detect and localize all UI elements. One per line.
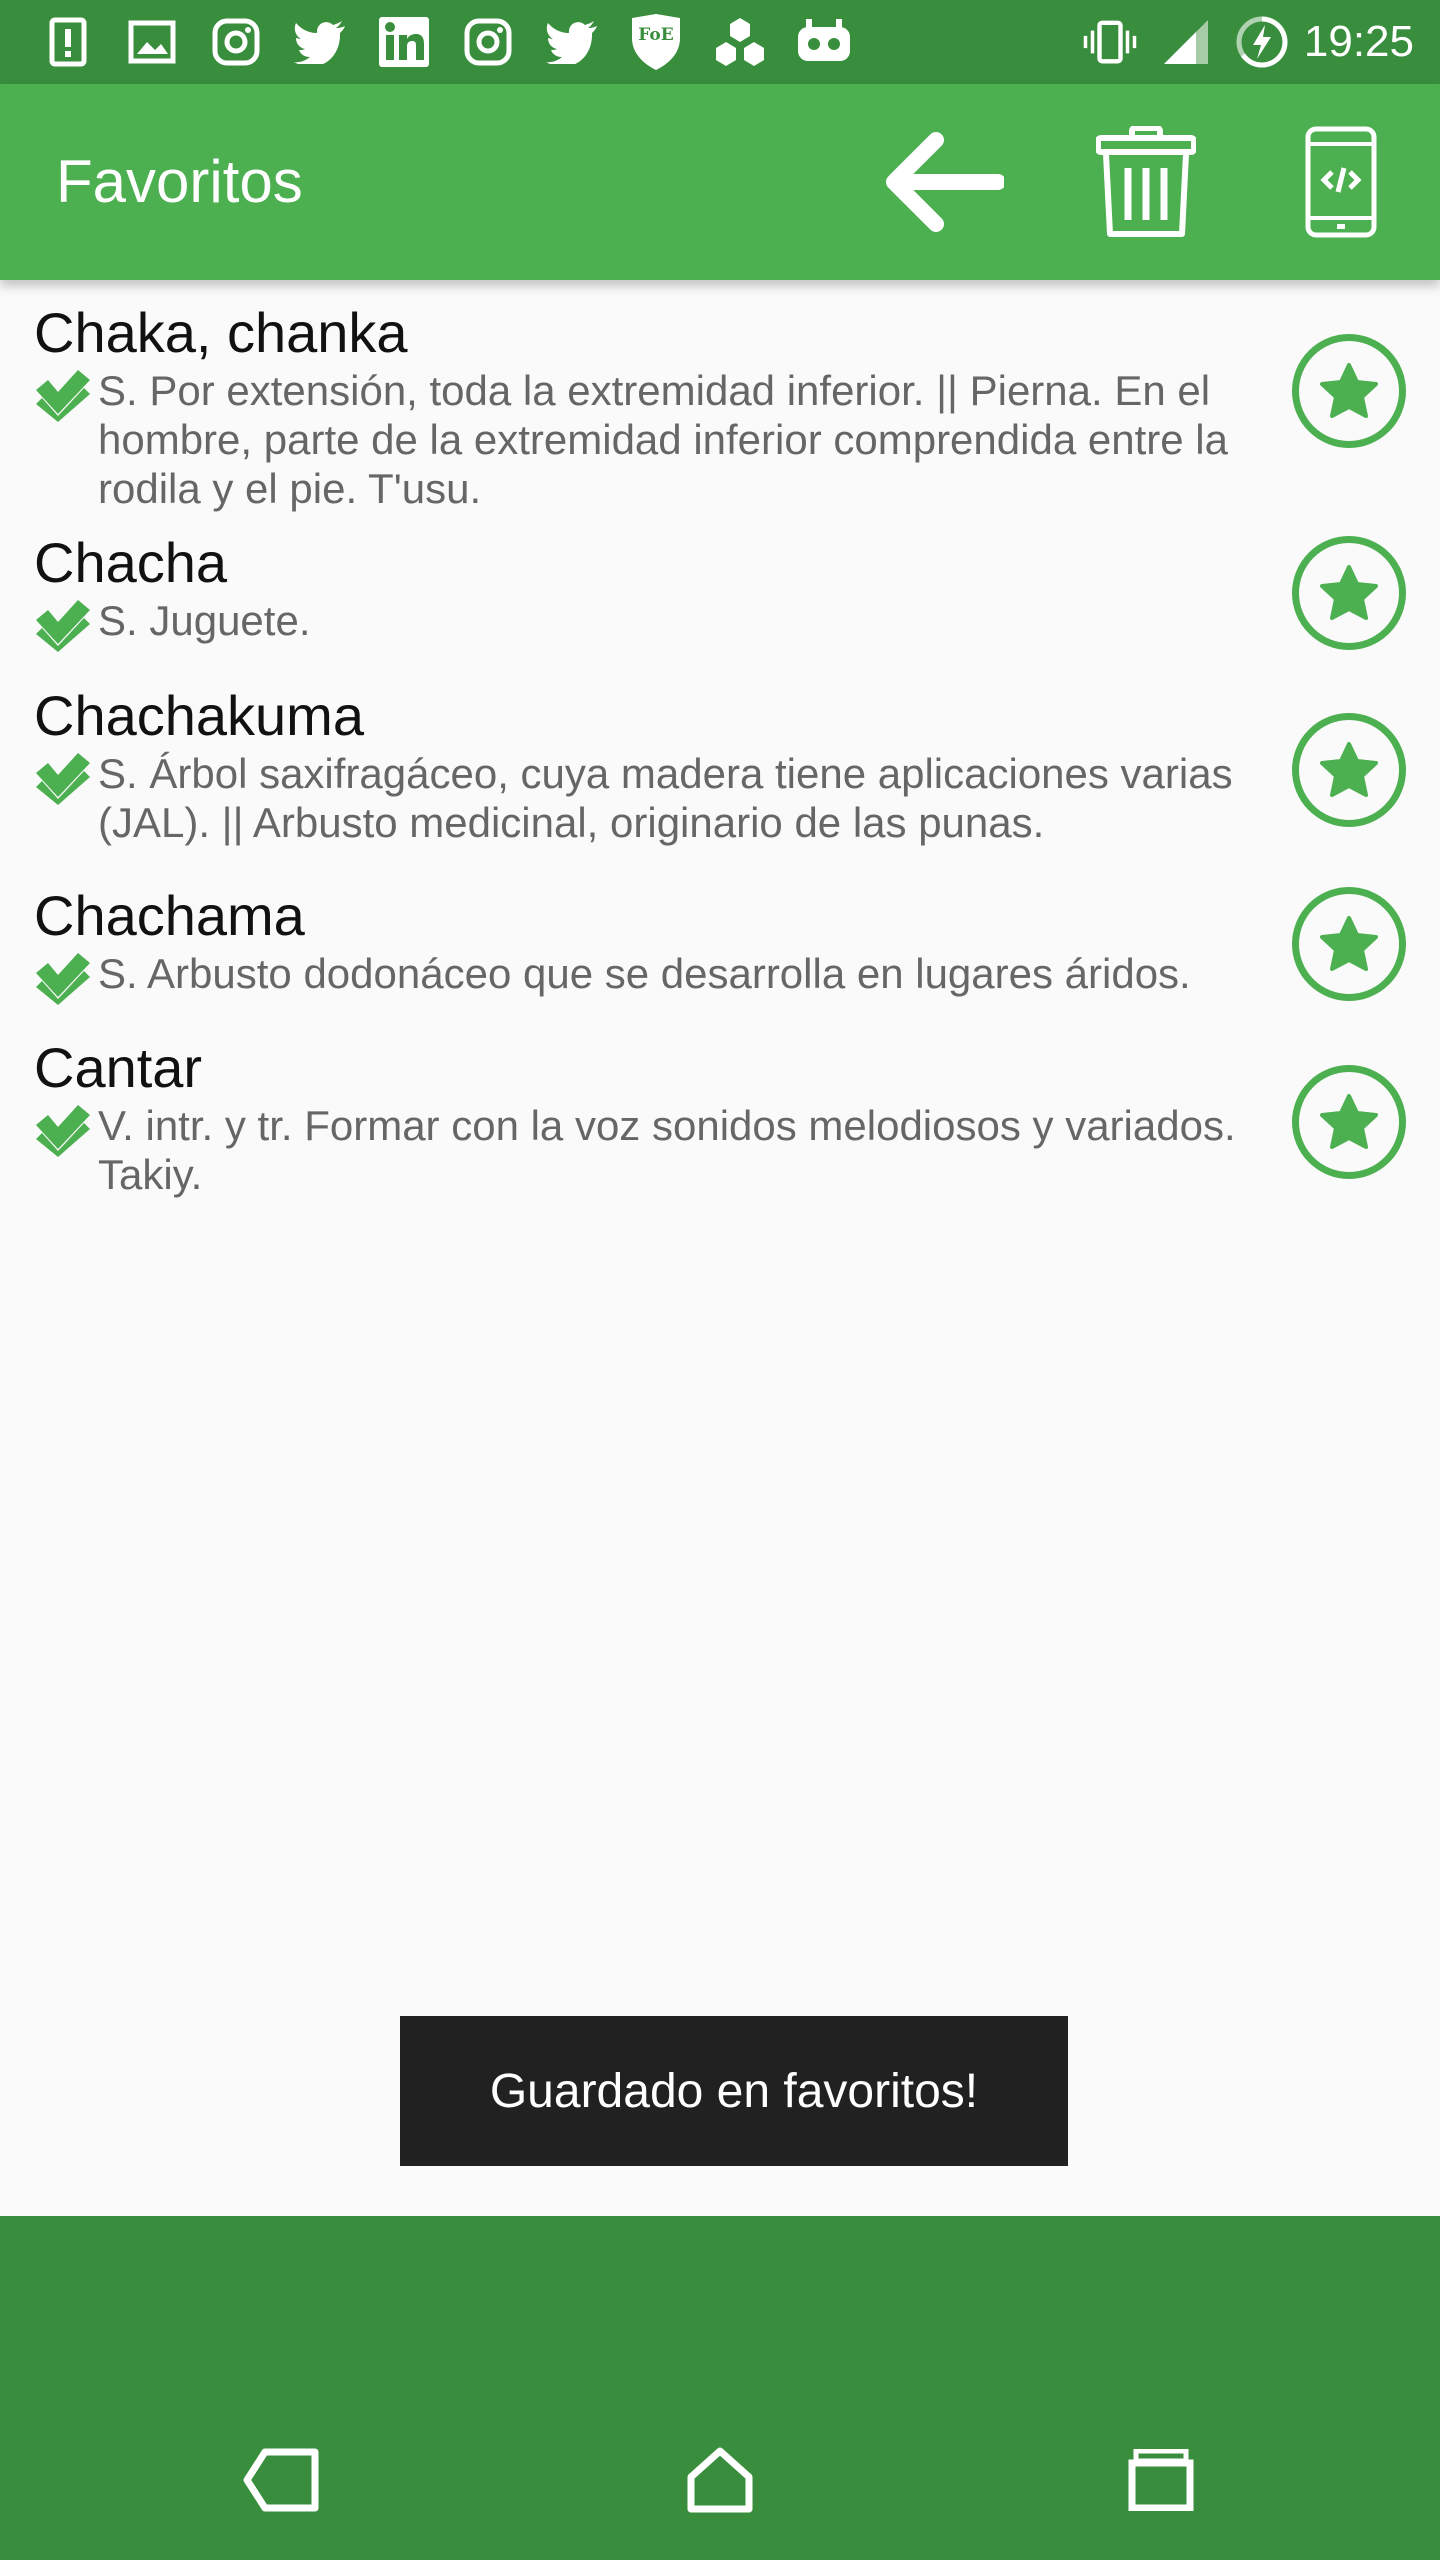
favorite-button[interactable] <box>1292 887 1406 1001</box>
status-bar: FoE 19:25 <box>0 0 1440 84</box>
definition-row: V. intr. y tr. Formar con la voz sonidos… <box>34 1101 1250 1199</box>
toast-message: Guardado en favoritos! <box>400 2016 1068 2166</box>
game-icon <box>796 14 852 70</box>
page-title: Favoritos <box>56 148 303 215</box>
star-icon <box>1320 565 1378 620</box>
star-icon <box>1320 1094 1378 1149</box>
signal-icon <box>1158 14 1214 70</box>
word-title: Chachama <box>34 884 305 947</box>
word-title: Cantar <box>34 1036 203 1099</box>
favorite-button[interactable] <box>1292 713 1406 827</box>
nav-home-icon <box>687 2447 753 2513</box>
word-definition: V. intr. y tr. Formar con la voz sonidos… <box>98 1102 1236 1198</box>
phone-code-icon <box>1305 126 1377 238</box>
app-bar: Favoritos <box>0 84 1440 280</box>
trash-icon <box>1096 126 1196 237</box>
instagram-icon <box>460 14 516 70</box>
definition-row: S. Por extensión, toda la extremidad inf… <box>34 366 1250 513</box>
nav-home-button[interactable] <box>675 2440 765 2520</box>
double-check-icon <box>36 953 90 1005</box>
list-item[interactable]: Chaka, chanka S. Por extensión, toda la … <box>0 280 1440 530</box>
foe-icon: FoE <box>628 14 684 70</box>
favorite-button[interactable] <box>1292 1065 1406 1179</box>
word-definition: S. Juguete. <box>98 597 311 644</box>
linkedin-icon <box>376 14 432 70</box>
double-check-icon <box>36 370 90 422</box>
alert-icon <box>40 14 96 70</box>
definition-row: S. Árbol saxifragáceo, cuya madera tiene… <box>34 749 1250 847</box>
list-item[interactable]: Chachakuma S. Árbol saxifragáceo, cuya m… <box>0 683 1440 883</box>
list-item[interactable]: Cantar V. intr. y tr. Formar con la voz … <box>0 1035 1440 1235</box>
definition-row: S. Juguete. <box>34 596 1250 652</box>
vibrate-icon <box>1082 14 1138 70</box>
instagram-icon <box>208 14 264 70</box>
word-definition: S. Arbusto dodonáceo que se desarrolla e… <box>98 950 1191 997</box>
nav-recents-button[interactable] <box>1116 2440 1206 2520</box>
back-arrow-icon <box>886 132 1004 232</box>
favorite-button[interactable] <box>1292 536 1406 650</box>
word-title: Chachakuma <box>34 684 364 747</box>
double-check-icon <box>36 1105 90 1157</box>
word-title: Chacha <box>34 531 228 594</box>
twitter-icon <box>292 14 348 70</box>
star-icon <box>1320 916 1378 971</box>
notification-icons: FoE <box>40 14 880 70</box>
word-definition: S. Por extensión, toda la extremidad inf… <box>98 367 1228 512</box>
twitter-icon <box>544 14 600 70</box>
image-icon <box>124 14 180 70</box>
word-definition: S. Árbol saxifragáceo, cuya madera tiene… <box>98 750 1233 846</box>
favorite-button[interactable] <box>1292 334 1406 448</box>
delete-all-button[interactable] <box>1081 122 1211 242</box>
nav-recents-icon <box>1128 2449 1194 2511</box>
star-icon <box>1320 742 1378 797</box>
word-title: Chaka, chanka <box>34 301 408 364</box>
double-check-icon <box>36 600 90 652</box>
double-check-icon <box>36 753 90 805</box>
system-icons: 19:25 <box>1062 14 1414 70</box>
list-item[interactable]: Chacha S. Juguete. <box>0 530 1440 683</box>
nav-back-icon <box>243 2448 319 2512</box>
back-button[interactable] <box>880 122 1010 242</box>
nav-back-button[interactable] <box>236 2440 326 2520</box>
developer-info-button[interactable] <box>1276 122 1406 242</box>
list-item[interactable]: Chachama S. Arbusto dodonáceo que se des… <box>0 883 1440 1035</box>
foe-label: FoE <box>638 25 673 45</box>
hexagons-icon <box>712 14 768 70</box>
definition-row: S. Arbusto dodonáceo que se desarrolla e… <box>34 949 1250 1005</box>
star-icon <box>1320 363 1378 418</box>
favorites-list: Chaka, chanka S. Por extensión, toda la … <box>0 280 1440 1235</box>
battery-charging-icon <box>1234 14 1290 70</box>
clock: 19:25 <box>1303 17 1414 66</box>
